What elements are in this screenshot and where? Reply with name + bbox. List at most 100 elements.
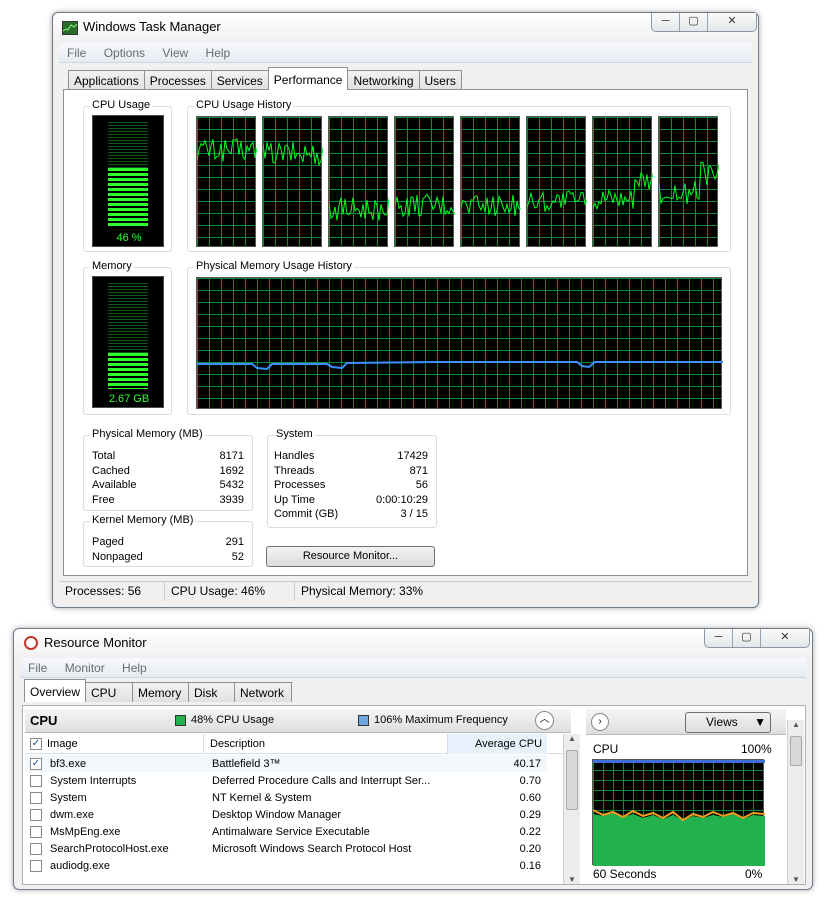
table-row[interactable]: MsMpEng.exe Antimalware Service Executabl… [25,823,547,840]
tab-networking[interactable]: Networking [347,70,420,90]
resource-monitor-button[interactable]: Resource Monitor... [266,546,435,567]
memory-meter-empty [108,283,148,353]
row-checkbox[interactable] [25,823,46,840]
cpu-core-line [329,197,389,221]
row-checkbox[interactable]: ✓ [25,755,46,772]
cpu-core-graph [460,116,521,247]
process-table-header: ✓ Image Description Average CPU [25,734,571,754]
column-description[interactable]: Description [210,738,265,750]
scroll-thumb[interactable] [790,736,802,766]
performance-panel: CPU Usage 46 % CPU Usage History Memory … [63,89,748,576]
close-button[interactable]: ✕ [761,629,809,647]
row-checkbox[interactable] [25,772,46,789]
tab-processes[interactable]: Processes [143,70,212,90]
views-button[interactable]: Views ▼ [685,712,771,733]
status-processes: Processes: 56 [59,582,165,601]
scroll-up-arrow-icon[interactable]: ▲ [564,734,580,748]
process-table-scrollbar[interactable]: ▲ ▼ [563,734,580,884]
process-average-cpu: 40.17 [513,757,541,770]
system-table: Handles 17429 Threads 871 Processes 56 Up T… [274,449,428,522]
menu-monitor[interactable]: Monitor [57,658,111,675]
row-checkbox[interactable] [25,789,46,806]
dropdown-arrow-icon: ▼ [754,715,766,729]
select-all-checkbox[interactable]: ✓ [30,738,42,751]
task-manager-window: Windows Task Manager ─ ▢ ✕ File Options … [52,12,759,608]
tab-memory[interactable]: Memory [132,682,189,702]
stat-value: 3939 [219,493,244,506]
table-row[interactable]: System Interrupts Deferred Procedure Call… [25,772,547,789]
cpu-usage-text: 48% CPU Usage [191,714,275,726]
cpu-graph-min: 0% [745,867,763,881]
process-average-cpu: 0.60 [519,791,541,804]
table-row[interactable]: ✓ bf3.exe Battlefield 3™ 40.17 [25,755,547,772]
scroll-down-arrow-icon[interactable]: ▼ [788,875,804,884]
table-row[interactable]: SearchProtocolHost.exe Microsoft Windows … [25,840,547,857]
tab-users[interactable]: Users [418,70,462,90]
tab-cpu[interactable]: CPU [85,682,133,702]
table-row[interactable]: audiodg.exe 0.16 [25,857,547,874]
menu-help[interactable]: Help [114,658,153,675]
stat-row: Commit (GB) 3 / 15 [274,507,428,522]
process-image: audiodg.exe [50,859,110,872]
minimize-button[interactable]: ─ [652,13,680,31]
tab-strip: Overview CPU Memory Disk Network [24,679,292,702]
memory-group: Memory 2.67 GB [83,260,172,415]
resource-monitor-window: Resource Monitor ─ ▢ ✕ File Monitor Help… [13,628,813,890]
process-average-cpu: 0.29 [519,808,541,821]
tab-services[interactable]: Services [210,70,269,90]
expand-pane-icon[interactable]: › [591,713,609,731]
tab-applications[interactable]: Applications [68,70,145,90]
menu-help[interactable]: Help [198,43,237,60]
tab-overview[interactable]: Overview [24,679,86,702]
stat-row: Handles 17429 [274,449,428,464]
stat-key: Paged [92,536,124,548]
process-average-cpu: 0.20 [519,842,541,855]
process-image: MsMpEng.exe [50,825,121,838]
stat-value: 0:00:10:29 [376,493,428,506]
graph-pane-scrollbar[interactable]: ▲ ▼ [787,720,804,884]
menu-file[interactable]: File [20,658,53,675]
row-checkbox[interactable] [25,840,46,857]
row-checkbox[interactable] [25,857,46,874]
table-row[interactable]: dwm.exe Desktop Window Manager 0.29 [25,806,547,823]
window-title: Resource Monitor [44,635,147,650]
menu-file[interactable]: File [59,43,92,60]
stat-key: Nonpaged [92,550,143,563]
scroll-thumb[interactable] [566,750,578,810]
menu-view[interactable]: View [154,43,194,60]
collapse-chevron-icon[interactable]: ︿ [535,711,554,730]
stat-key: Up Time [274,493,315,506]
menu-options[interactable]: Options [96,43,151,60]
tab-strip: Applications Processes Services Performa… [68,67,462,90]
process-description: Desktop Window Manager [212,808,342,821]
tab-network[interactable]: Network [234,682,292,702]
max-frequency-swatch [358,715,369,726]
stat-key: Processes [274,479,326,492]
cpu-core-graph [592,116,653,247]
process-image: dwm.exe [50,808,95,821]
tab-performance[interactable]: Performance [267,67,349,90]
column-image[interactable]: Image [47,738,78,750]
views-label: Views [706,715,738,729]
maximize-button[interactable]: ▢ [680,13,708,31]
cpu-graph [592,759,765,866]
maximize-button[interactable]: ▢ [733,629,761,647]
scroll-down-arrow-icon[interactable]: ▼ [564,875,580,884]
minimize-button[interactable]: ─ [705,629,733,647]
stat-key: Cached [92,464,130,477]
stat-value: 8171 [219,450,244,462]
memory-value: 2.67 GB [108,393,150,405]
column-average-cpu[interactable]: Average CPU [475,738,542,750]
status-cpu-usage: CPU Usage: 46% [165,582,295,601]
stat-value: 17429 [397,450,428,462]
cpu-usage-swatch [175,715,186,726]
row-checkbox[interactable] [25,806,46,823]
tab-disk[interactable]: Disk [188,682,235,702]
window-title: Windows Task Manager [83,19,221,34]
close-button[interactable]: ✕ [708,13,756,31]
scroll-up-arrow-icon[interactable]: ▲ [788,720,804,734]
cpu-section-header[interactable]: CPU 48% CPU Usage 106% Maximum Frequency… [25,709,571,733]
table-row[interactable]: System NT Kernel & System 0.60 [25,789,547,806]
cpu-core-graph [262,116,323,247]
overview-panel: CPU 48% CPU Usage 106% Maximum Frequency… [22,705,806,885]
